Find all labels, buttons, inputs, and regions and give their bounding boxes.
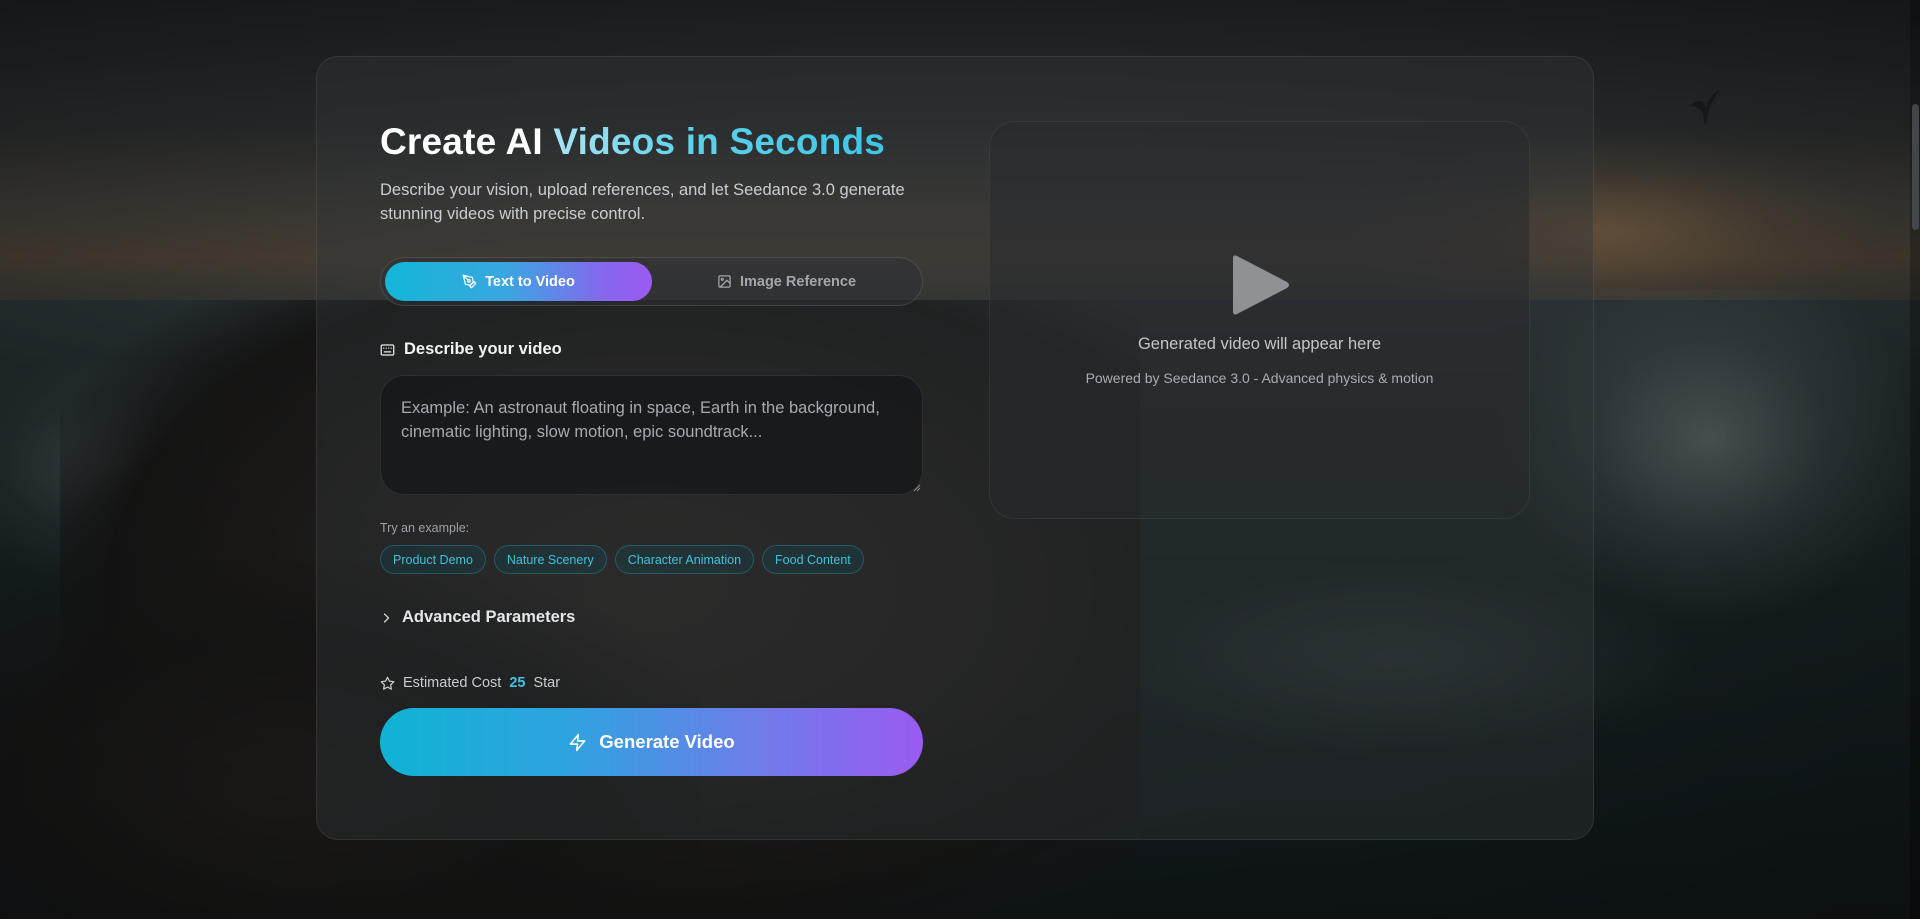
generate-video-button[interactable]: Generate Video bbox=[380, 708, 923, 776]
video-preview-panel: Generated video will appear here Powered… bbox=[989, 121, 1530, 519]
mode-tabs: Text to Video Image Reference bbox=[380, 257, 923, 306]
play-icon bbox=[1233, 255, 1289, 315]
tab-label: Text to Video bbox=[485, 273, 575, 290]
cost-unit: Star bbox=[533, 675, 561, 691]
cost-label: Estimated Cost bbox=[403, 675, 502, 691]
advanced-parameters-toggle[interactable]: Advanced Parameters bbox=[380, 608, 575, 627]
page-subtitle: Describe your vision, upload references,… bbox=[380, 181, 905, 223]
examples-label: Try an example: bbox=[380, 521, 470, 535]
example-chip-character-animation[interactable]: Character Animation bbox=[614, 545, 755, 574]
estimated-cost: Estimated Cost 25 Star bbox=[380, 675, 560, 691]
image-icon bbox=[718, 275, 731, 288]
title-part-highlight: Videos in Seconds bbox=[553, 121, 886, 162]
zap-icon bbox=[569, 733, 586, 751]
title-part-plain: Create AI bbox=[380, 121, 554, 162]
bird-silhouette bbox=[1690, 90, 1720, 126]
page-title: Create AI Videos in Seconds bbox=[380, 120, 885, 164]
pen-tool-icon bbox=[462, 274, 477, 289]
example-chip-product-demo[interactable]: Product Demo bbox=[380, 545, 486, 574]
keyboard-icon bbox=[380, 343, 395, 356]
scrollbar-thumb[interactable] bbox=[1912, 104, 1919, 230]
tab-label: Image Reference bbox=[739, 273, 857, 290]
advanced-parameters-label: Advanced Parameters bbox=[402, 608, 576, 626]
prompt-section-label: Describe your video bbox=[380, 340, 562, 359]
resize-grip-icon[interactable] bbox=[913, 484, 921, 492]
prompt-input[interactable] bbox=[380, 375, 923, 495]
star-icon bbox=[380, 676, 395, 690]
prompt-label-text: Describe your video bbox=[404, 340, 562, 358]
tab-image-reference[interactable]: Image Reference bbox=[653, 262, 920, 301]
example-chip-food-content[interactable]: Food Content bbox=[762, 545, 864, 574]
preview-placeholder-subtitle: Powered by Seedance 3.0 - Advanced physi… bbox=[1085, 370, 1434, 386]
chevron-right-icon bbox=[383, 612, 390, 623]
generate-video-label: Generate Video bbox=[599, 731, 735, 752]
preview-placeholder-title: Generated video will appear here bbox=[1137, 335, 1382, 353]
page-scrollbar[interactable] bbox=[1910, 0, 1920, 919]
example-chips: Product Demo Nature Scenery Character An… bbox=[380, 545, 864, 574]
cost-value: 25 bbox=[509, 675, 526, 691]
example-chip-nature-scenery[interactable]: Nature Scenery bbox=[493, 545, 607, 574]
tab-text-to-video[interactable]: Text to Video bbox=[385, 262, 652, 301]
